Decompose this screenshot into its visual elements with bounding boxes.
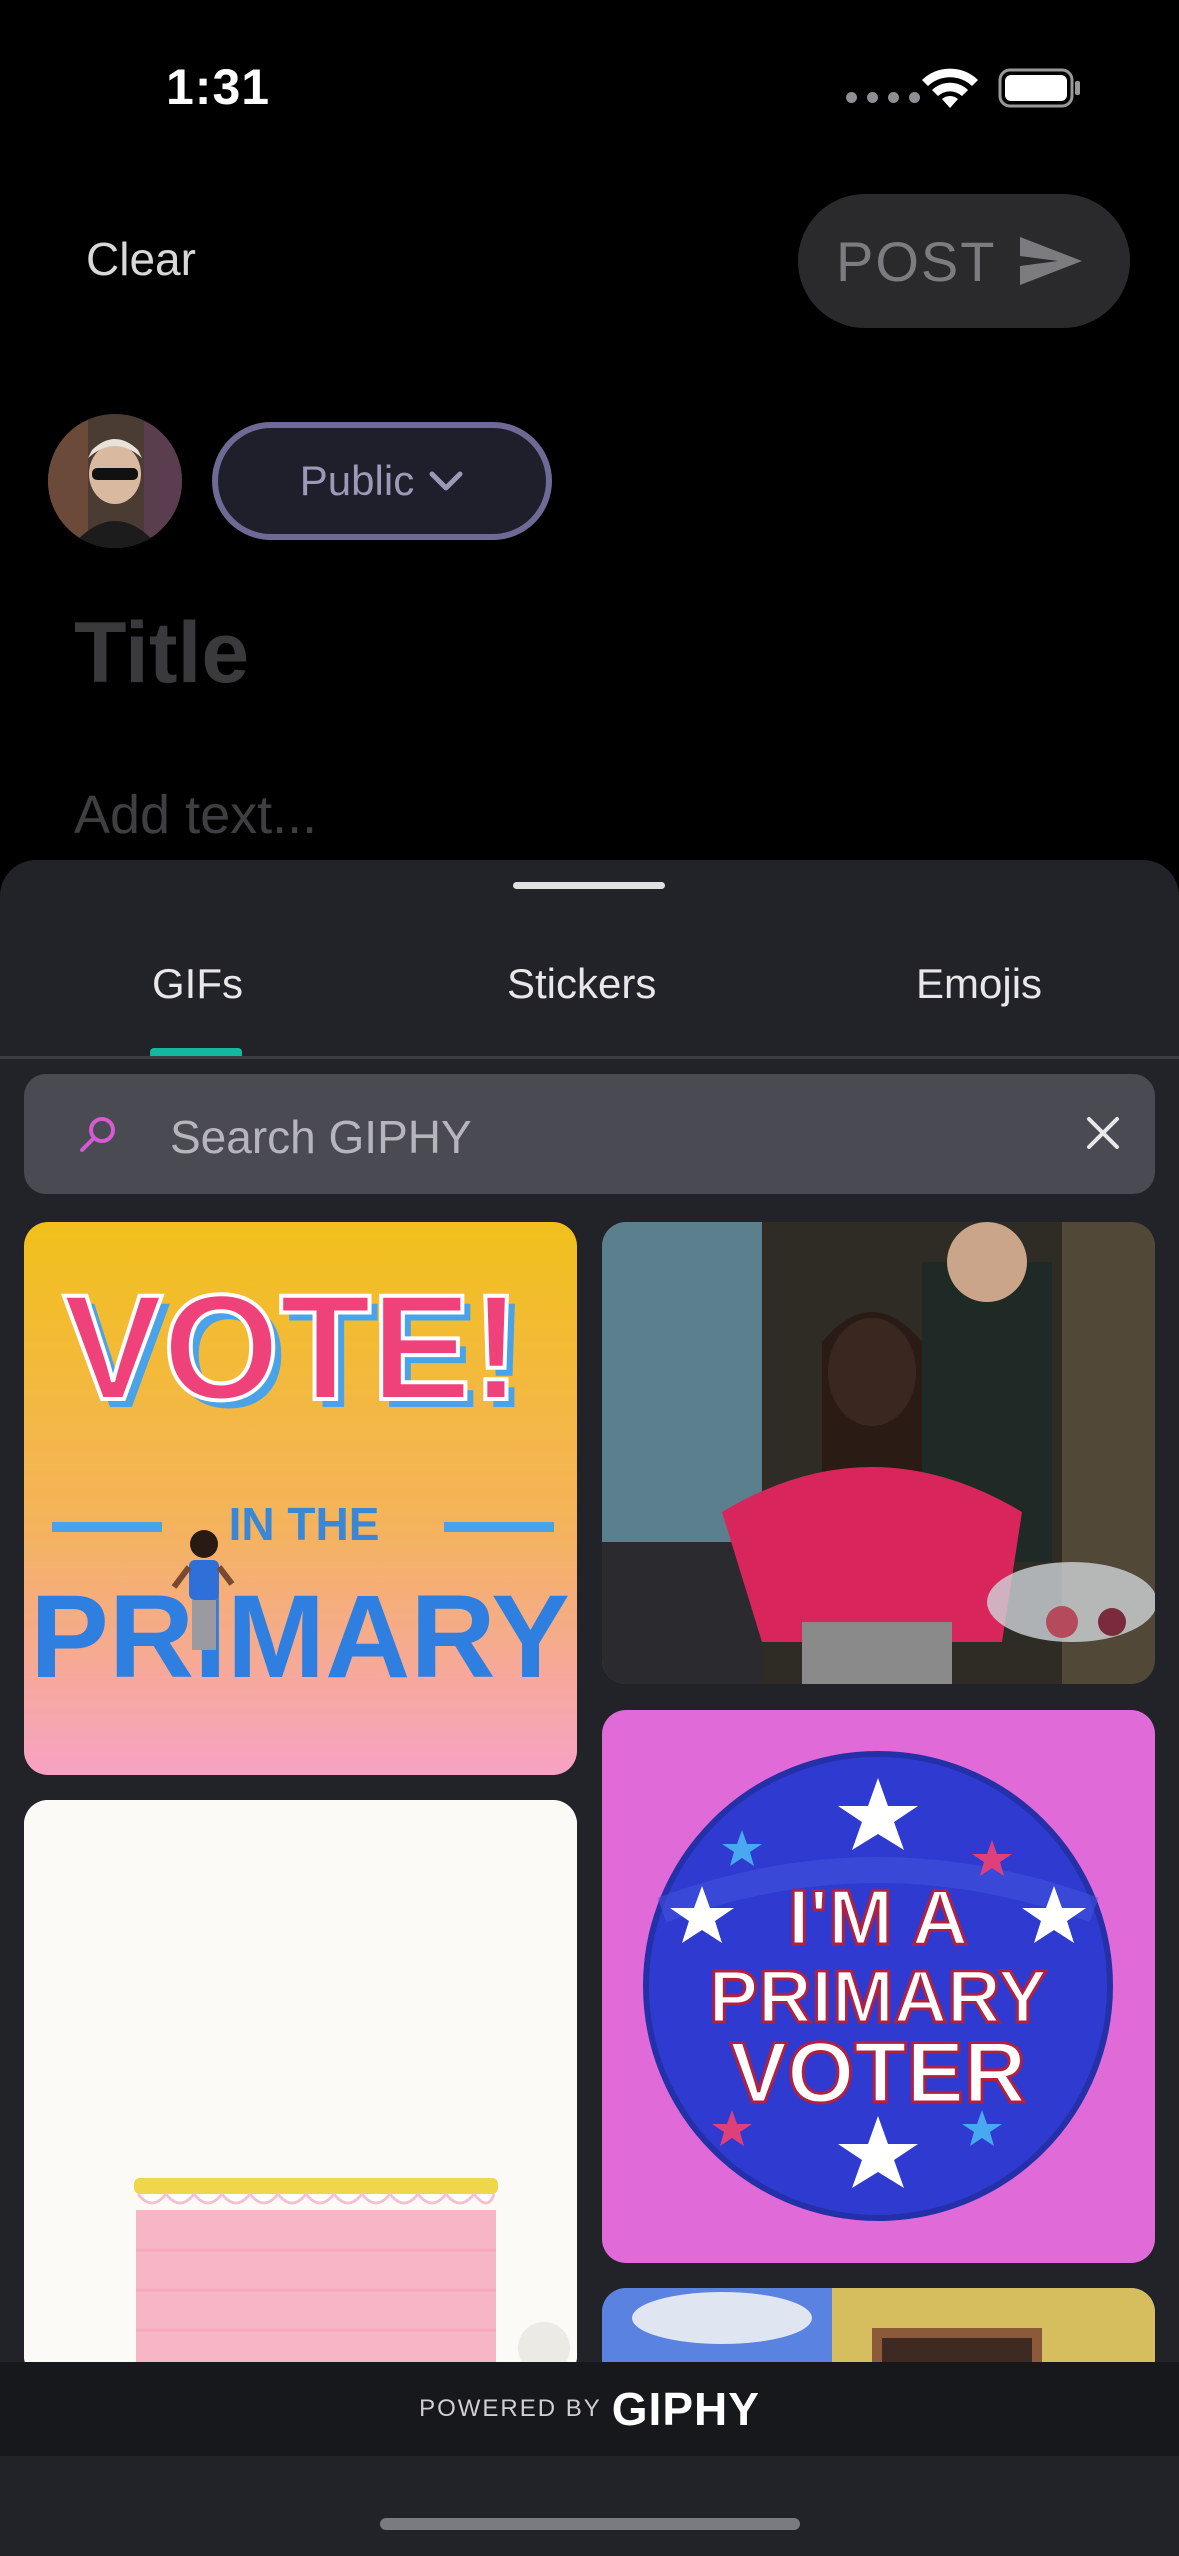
body-text-input[interactable]: Add text... (74, 784, 317, 846)
gif-text-in-the: IN THE (229, 1498, 380, 1550)
sheet-grabber[interactable] (513, 882, 665, 889)
search-icon (80, 1117, 115, 1152)
close-icon[interactable] (1084, 1114, 1122, 1152)
powered-by-label: POWERED BY (419, 2395, 602, 2422)
tab-divider (0, 1056, 1179, 1059)
visibility-dropdown[interactable]: Public (212, 422, 552, 540)
giphy-logo: GIPHY (611, 2383, 760, 2435)
gif-text-im-a: I'M A (788, 1873, 968, 1961)
tab-gifs[interactable]: GIFs (152, 960, 243, 1008)
send-icon (1020, 237, 1083, 285)
status-bar: 1:31 (0, 0, 1179, 150)
selected-tab-indicator (150, 1048, 242, 1056)
cellular-signal-icon (846, 92, 920, 103)
title-input[interactable]: Title (74, 604, 249, 703)
sheet-bottom-area (0, 2456, 1179, 2556)
clear-button[interactable]: Clear (86, 232, 196, 286)
picker-tabs: GIFs Stickers Emojis (0, 960, 1179, 1040)
tab-emojis[interactable]: Emojis (916, 960, 1042, 1008)
gif-text-primary-voter-2: VOTER (730, 2025, 1026, 2121)
gif-im-a-primary-voter[interactable]: I'M A PRIMARY VOTER (602, 1710, 1155, 2263)
tab-stickers[interactable]: Stickers (507, 960, 656, 1008)
battery-icon (998, 68, 1080, 108)
search-field[interactable]: Search GIPHY (24, 1074, 1155, 1194)
giphy-attribution: POWERED BY GIPHY (0, 2362, 1179, 2456)
gif-pink-cake[interactable] (24, 1800, 577, 2362)
avatar-photo (48, 414, 182, 548)
chevron-down-icon (429, 471, 463, 491)
gif-text-vote: VOTE! (63, 1263, 521, 1431)
gif-vote-in-the-primary[interactable]: VOTE! VOTE! IN THE PRIMARY (24, 1222, 577, 1775)
gif-party-celebration[interactable] (602, 1222, 1155, 1684)
gif-cartoon-scene[interactable] (602, 2288, 1155, 2362)
post-button-label: POST (836, 229, 997, 293)
status-time: 1:31 (166, 59, 271, 115)
post-button[interactable]: POST (798, 194, 1130, 328)
search-input[interactable]: Search GIPHY (170, 1110, 472, 1164)
gif-results-grid: VOTE! VOTE! IN THE PRIMARY I'M A PRIMARY… (0, 1222, 1179, 2362)
avatar[interactable] (48, 414, 182, 548)
wifi-icon (922, 68, 978, 108)
visibility-label: Public (299, 457, 415, 504)
gif-text-primary: PRIMARY (30, 1571, 570, 1703)
home-indicator[interactable] (380, 2518, 800, 2530)
